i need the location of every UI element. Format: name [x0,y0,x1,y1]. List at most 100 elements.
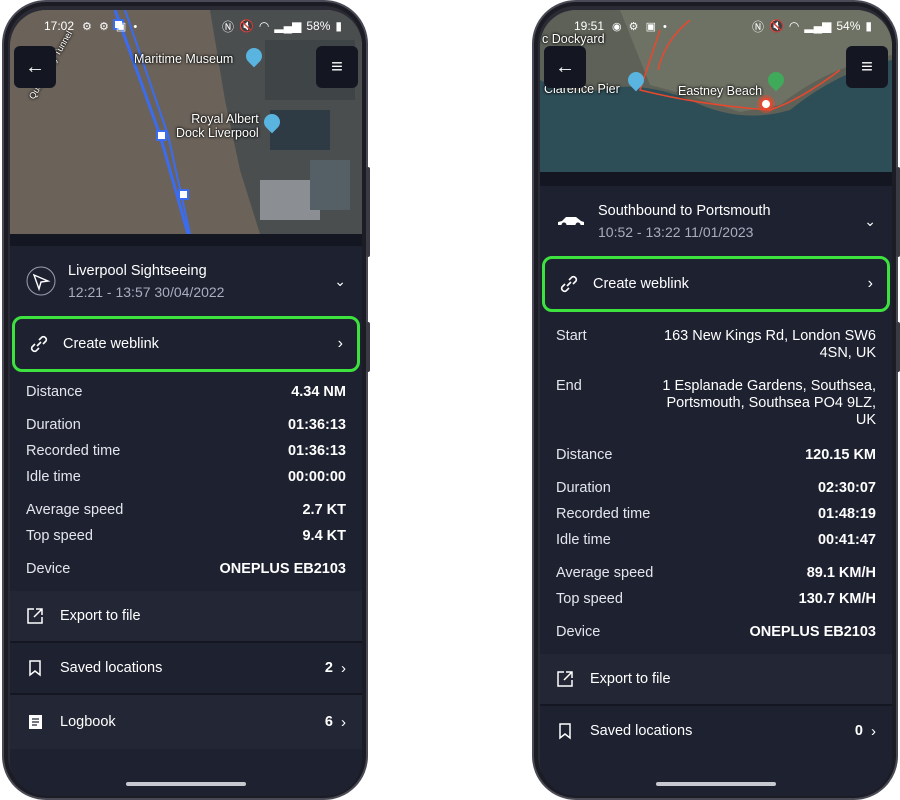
stat-device: Device ONEPLUS EB2103 [26,561,346,577]
map-label: Royal Albert Dock Liverpool [176,112,259,140]
stat-label: Recorded time [26,443,121,459]
action-label: Export to file [60,608,141,624]
action-label: Saved locations [60,660,163,676]
notification-icons: ◉ ⚙ ▣ • [612,20,669,33]
stat-value: 89.1 KM/H [806,565,876,581]
stat-top-speed: Top speed 9.4 KT [26,528,346,544]
saved-locations-count: 0 [854,723,863,739]
export-icon [556,670,578,688]
chevron-right-icon: › [867,275,873,292]
map-view[interactable]: 17:02 ⚙ ⚙ ▣ • Ⓝ 🔇 ◠ ▂▄▆ 58% ▮ ← ≡ Mariti… [10,10,362,234]
phone-frame-right: 19:51 ◉ ⚙ ▣ • Ⓝ 🔇 ◠ ▂▄▆ 54% ▮ ← ≡ c Dock… [532,0,900,800]
stat-value: 1 Esplanade Gardens, Southsea, Portsmout… [662,378,876,428]
stat-label: End [556,378,582,394]
saved-locations-button[interactable]: Saved locations 2 › [10,643,362,693]
export-icon [26,607,48,625]
route-waypoint [156,130,167,141]
stat-value: 01:36:13 [287,443,346,459]
stat-value: 2.7 KT [302,502,346,518]
stat-label: Average speed [556,565,654,581]
navigation-arrow-icon [26,266,56,296]
trip-time-range: 12:21 - 13:57 30/04/2022 [68,283,225,300]
trip-stats: Distance 4.34 NM Duration 01:36:13 Recorde… [10,372,362,577]
home-indicator[interactable] [126,782,246,786]
stat-value: 00:41:47 [817,532,876,548]
stat-label: Distance [556,447,613,463]
stat-value: 00:00:00 [287,469,346,485]
stat-value: 4.34 NM [291,384,346,400]
route-waypoint [178,189,189,200]
back-button[interactable]: ← [14,46,56,88]
power-button [896,322,900,372]
trip-details-panel: Liverpool Sightseeing 12:21 - 13:57 30/0… [10,234,362,796]
chevron-right-icon: › [341,659,346,677]
create-weblink-button[interactable]: Create weblink › [12,316,360,372]
stat-value: 01:36:13 [287,417,346,433]
export-to-file-button[interactable]: Export to file [10,591,362,641]
logbook-count: 6 [324,714,333,730]
stat-label: Idle time [26,469,81,485]
action-label: Export to file [590,671,671,687]
stat-average-speed: Average speed 2.7 KT [26,502,346,518]
map-view[interactable]: 19:51 ◉ ⚙ ▣ • Ⓝ 🔇 ◠ ▂▄▆ 54% ▮ ← ≡ c Dock… [540,10,892,172]
arrow-left-icon: ← [555,55,575,78]
trip-time-range: 10:52 - 13:22 11/01/2023 [598,223,754,240]
stat-label: Distance [26,384,83,400]
logbook-button[interactable]: Logbook 6 › [10,695,362,749]
stat-value: 120.15 KM [805,447,876,463]
home-indicator[interactable] [656,782,776,786]
chevron-down-icon[interactable]: ⌄ [864,213,876,230]
stat-distance: Distance 120.15 KM [556,447,876,463]
arrow-left-icon: ← [25,55,45,78]
stat-label: Device [556,624,601,640]
trip-header[interactable]: Liverpool Sightseeing 12:21 - 13:57 30/0… [10,246,362,316]
stat-label: Duration [26,417,81,433]
phone-frame-left: 17:02 ⚙ ⚙ ▣ • Ⓝ 🔇 ◠ ▂▄▆ 58% ▮ ← ≡ Mariti… [2,0,370,800]
status-time: 17:02 [44,19,75,33]
nfc-icon: Ⓝ [751,19,764,34]
stat-device: Device ONEPLUS EB2103 [556,624,876,640]
stat-duration: Duration 01:36:13 [26,417,346,433]
menu-button[interactable]: ≡ [316,46,358,88]
back-button[interactable]: ← [544,46,586,88]
battery-level: 58% [306,19,331,33]
signal-icon: ▂▄▆ [274,19,302,33]
trip-title: Southbound to Portsmouth [598,202,771,219]
trip-title: Liverpool Sightseeing [68,262,207,279]
status-time: 19:51 [574,19,605,33]
saved-locations-button[interactable]: Saved locations 0 › [540,706,892,756]
link-icon [559,274,581,294]
stat-value: 01:48:19 [817,506,876,522]
nfc-icon: Ⓝ [221,19,234,34]
bookmark-icon [26,659,48,677]
logbook-icon [26,713,48,731]
stat-start-address: Start 163 New Kings Rd, London SW6 4SN, U… [556,328,876,362]
create-weblink-button[interactable]: Create weblink › [542,256,890,312]
stat-label: Recorded time [556,506,651,522]
map-label: Eastney Beach [678,84,763,98]
menu-button[interactable]: ≡ [846,46,888,88]
car-icon [556,206,586,236]
wifi-icon: ◠ [258,19,270,33]
chevron-right-icon: › [341,713,346,731]
stat-value: 163 New Kings Rd, London SW6 4SN, UK [664,328,876,361]
chevron-right-icon: › [871,722,876,740]
trip-header[interactable]: Southbound to Portsmouth 10:52 - 13:22 1… [540,186,892,256]
route-end-marker [760,98,772,110]
create-weblink-label: Create weblink [63,336,159,352]
panel-spacer [540,172,892,186]
mute-icon: 🔇 [238,19,254,33]
hamburger-icon: ≡ [331,55,343,78]
stat-label: Average speed [26,502,124,518]
chevron-down-icon[interactable]: ⌄ [334,273,346,290]
export-to-file-button[interactable]: Export to file [540,654,892,704]
map-label: Maritime Museum [134,52,234,66]
chevron-right-icon: › [337,335,343,352]
stat-distance: Distance 4.34 NM [26,384,346,400]
battery-level: 54% [836,19,861,33]
power-button [366,322,370,372]
stat-recorded-time: Recorded time 01:36:13 [26,443,346,459]
stat-end-address: End 1 Esplanade Gardens, Southsea, Portsm… [556,378,876,429]
stat-top-speed: Top speed 130.7 KM/H [556,591,876,607]
